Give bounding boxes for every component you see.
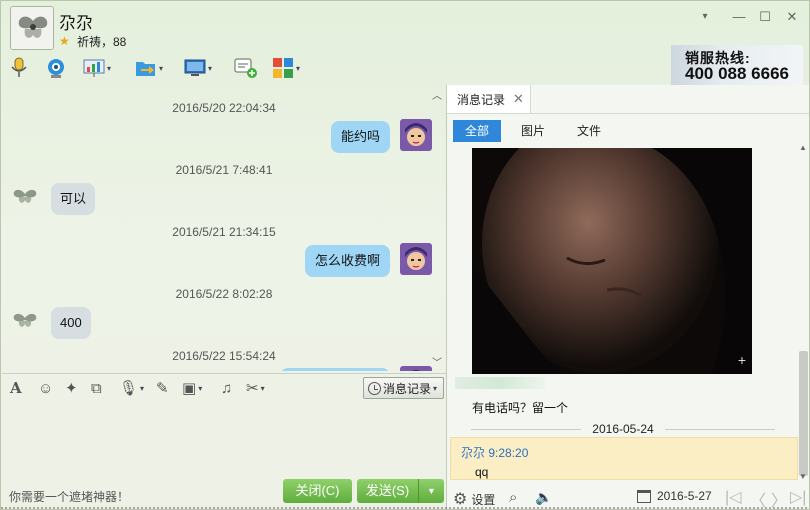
contact-name: 尕尕 [59, 14, 93, 33]
music-icon[interactable]: ♫ [221, 379, 232, 397]
their-message-bubble[interactable]: 400 [51, 307, 91, 339]
ad-hint-text[interactable]: 你需要一个遮堵神器！ [9, 488, 129, 505]
settings-caret-icon[interactable]: ▾ [694, 8, 716, 26]
scroll-up-icon[interactable]: ︿ [432, 87, 442, 102]
emoji-icon[interactable]: ☺ [38, 379, 53, 397]
create-group-button[interactable] [234, 55, 258, 81]
date-picker-value: 2016-5-27 [657, 489, 712, 503]
message-list[interactable]: 2016/5/20 22:04:34 能约吗 2016/5/21 7:48:41… [2, 85, 446, 371]
chevron-down-icon: ▾ [433, 383, 438, 393]
date-separator: 2016-05-24 [447, 422, 799, 436]
chat-window: 尕尕 ★ 祈祷，88 ▾ — ☐ ✕ 销服热线: 400 088 6666 ▾ [0, 0, 810, 510]
history-scrollbar[interactable]: ▲ ▼ [798, 143, 809, 481]
image-icon[interactable]: ▣ ▾ [182, 379, 202, 397]
date-separator-label: 2016-05-24 [592, 422, 654, 436]
scroll-up-arrow-icon[interactable]: ▲ [799, 143, 807, 152]
my-avatar[interactable] [400, 243, 432, 275]
message-sender-time: 尕尕 9:28:20 [461, 446, 529, 460]
tab-bar-divider [447, 113, 809, 114]
search-icon[interactable]: ⌕ [509, 489, 517, 506]
hotline-ad-banner[interactable]: 销服热线: 400 088 6666 [671, 45, 803, 85]
message-timestamp: 2016/5/22 15:54:24 [172, 349, 276, 363]
clock-icon [368, 381, 381, 395]
my-message-bubble[interactable]: 怎么收费啊 [304, 245, 390, 277]
edit-image-icon[interactable]: ✎ [156, 379, 169, 397]
contact-status: 祈祷，88 [77, 35, 127, 49]
star-icon: ★ [59, 34, 70, 48]
my-message-bubble[interactable]: 能约吗 [330, 121, 390, 153]
voice-call-button[interactable] [9, 55, 29, 81]
shake-window-icon[interactable]: ⧉ [91, 379, 102, 397]
contact-avatar[interactable] [10, 6, 54, 50]
zoom-plus-icon[interactable]: + [738, 352, 746, 368]
speaker-icon[interactable]: 🔈 [535, 489, 552, 506]
send-button[interactable]: 发送(S) ▼ [357, 479, 444, 503]
last-page-icon[interactable]: ▷| [790, 487, 806, 507]
close-tab-icon[interactable]: ✕ [513, 91, 524, 107]
message-timestamp: 2016/5/20 22:04:34 [172, 101, 276, 115]
scroll-down-icon[interactable]: ﹀ [432, 354, 442, 369]
folder-arrow-icon [136, 62, 155, 76]
message-body: qq [475, 465, 489, 479]
send-options-icon[interactable]: ▼ [419, 479, 444, 503]
monitor-icon [184, 59, 206, 76]
settings-button[interactable]: ⚙ 设置 [453, 489, 495, 509]
history-bottom-bar: ⚙ 设置 ⌕ 🔈 2016-5-27 |◁ 〈 〉 ▷| [447, 483, 809, 509]
close-button[interactable]: 关闭(C) [283, 479, 352, 503]
screenshot-scissors-icon[interactable]: ✂ ▾ [246, 379, 265, 397]
their-message-bubble[interactable]: 可以 [51, 183, 96, 215]
filter-tab-files[interactable]: 文件 [565, 120, 613, 142]
message-timestamp: 2016/5/22 8:02:28 [175, 287, 273, 301]
webcam-icon [48, 59, 64, 78]
my-message-bubble[interactable] [280, 368, 390, 371]
magic-wand-icon[interactable]: ✦ [65, 379, 78, 397]
first-page-icon[interactable]: |◁ [725, 487, 741, 507]
tab-message-history[interactable]: 消息记录 ✕ [447, 85, 531, 113]
gear-icon: ⚙ [453, 491, 468, 508]
date-picker[interactable]: 2016-5-27 [637, 489, 712, 503]
close-window-button[interactable]: ✕ [781, 8, 803, 26]
message-timestamp: 2016/5/21 21:34:15 [172, 225, 276, 239]
video-call-button[interactable] [45, 55, 67, 81]
minimize-button[interactable]: — [728, 8, 750, 26]
hotline-number: 400 088 6666 [685, 64, 789, 83]
message-timestamp: 2016/5/21 7:48:41 [175, 163, 273, 177]
scroll-down-arrow-icon[interactable]: ▼ [799, 472, 807, 481]
my-avatar[interactable] [400, 366, 432, 371]
scroll-thumb[interactable] [799, 351, 808, 476]
screen-share-button[interactable]: ▾ [83, 55, 111, 81]
settings-label: 设置 [471, 492, 496, 507]
microphone-icon [11, 57, 27, 77]
message-history-button[interactable]: 消息记录 ▾ [363, 377, 444, 399]
remote-desktop-button[interactable]: ▾ [184, 55, 212, 81]
tab-label: 消息记录 [457, 92, 506, 107]
maximize-button[interactable]: ☐ [754, 8, 776, 26]
send-label[interactable]: 发送(S) [357, 479, 419, 503]
filter-tab-images[interactable]: 图片 [509, 120, 557, 142]
sender-name-blurred [455, 377, 545, 389]
font-icon[interactable]: A [10, 379, 22, 397]
history-label: 消息记录 [383, 381, 432, 396]
contact-avatar-small[interactable] [10, 309, 40, 331]
apps-button[interactable]: ▾ [272, 55, 300, 81]
received-photo[interactable]: + [472, 148, 752, 374]
calendar-icon [637, 489, 651, 503]
filter-tab-all[interactable]: 全部 [453, 120, 501, 142]
contact-avatar-small[interactable] [10, 185, 40, 207]
window-bottom-edge [1, 507, 809, 509]
highlighted-message[interactable]: 尕尕 9:28:20 qq [450, 437, 798, 480]
my-avatar[interactable] [400, 119, 432, 151]
history-message-text: 有电话吗？留一个 [472, 401, 569, 415]
history-panel: 消息记录 ✕ 全部 图片 文件 + 有电话吗？留一个 2016-05-24 尕尕… [447, 85, 809, 509]
add-chat-icon [234, 58, 257, 78]
presentation-icon [83, 59, 105, 77]
voice-message-icon[interactable]: 🎙 ▾ [119, 379, 144, 397]
apps-grid-icon [273, 58, 293, 78]
send-file-button[interactable]: ▾ [135, 55, 163, 81]
